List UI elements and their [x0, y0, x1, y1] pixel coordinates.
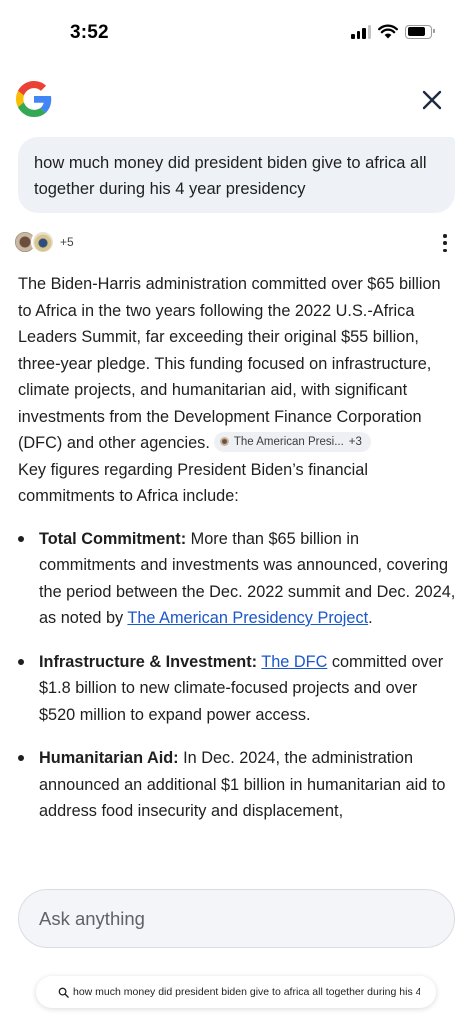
citation-label: The American Presi... [233, 435, 344, 448]
source-avatar [31, 230, 55, 254]
search-icon [58, 987, 69, 998]
bullet-title: Total Commitment: [39, 529, 187, 548]
wifi-icon [378, 24, 398, 39]
answer-intro-text: The Biden-Harris administration committe… [18, 275, 441, 452]
status-icons [351, 24, 435, 39]
list-item: Infrastructure & Investment: The DFC com… [18, 649, 458, 729]
query-pill-text: how much money did president biden give … [73, 986, 420, 998]
list-item: Humanitarian Aid: In Dec. 2024, the admi… [18, 745, 458, 825]
bullet-title: Infrastructure & Investment: [39, 652, 258, 671]
source-link[interactable]: The DFC [261, 653, 327, 671]
key-figures-intro: Key figures regarding President Biden’s … [18, 460, 368, 506]
google-logo [16, 81, 52, 117]
query-pill[interactable]: how much money did president biden give … [36, 976, 436, 1008]
more-vert-icon[interactable] [442, 234, 448, 252]
source-favicon-icon [219, 437, 229, 446]
signal-icon [351, 24, 371, 39]
source-link[interactable]: The American Presidency Project [127, 609, 368, 627]
ask-input[interactable]: Ask anything [18, 889, 455, 948]
sources-count: +5 [60, 235, 74, 249]
bullet-text-end: . [368, 609, 373, 627]
status-bar: 3:52 [0, 0, 472, 60]
key-figures-list: Total Commitment: More than $65 billion … [18, 526, 458, 825]
status-time: 3:52 [70, 22, 109, 43]
battery-icon [405, 24, 435, 39]
list-item: Total Commitment: More than $65 billion … [18, 526, 458, 632]
bullet-title: Humanitarian Aid: [39, 749, 179, 767]
ai-answer: The Biden-Harris administration committe… [18, 271, 458, 842]
citation-count: +3 [348, 435, 362, 448]
query-bubble: how much money did president biden give … [18, 137, 455, 213]
close-icon[interactable] [420, 88, 444, 112]
answer-intro: The Biden-Harris administration committe… [18, 271, 458, 457]
sources-row[interactable]: +5 [13, 229, 74, 255]
citation-chip[interactable]: The American Presi... +3 [213, 431, 371, 452]
